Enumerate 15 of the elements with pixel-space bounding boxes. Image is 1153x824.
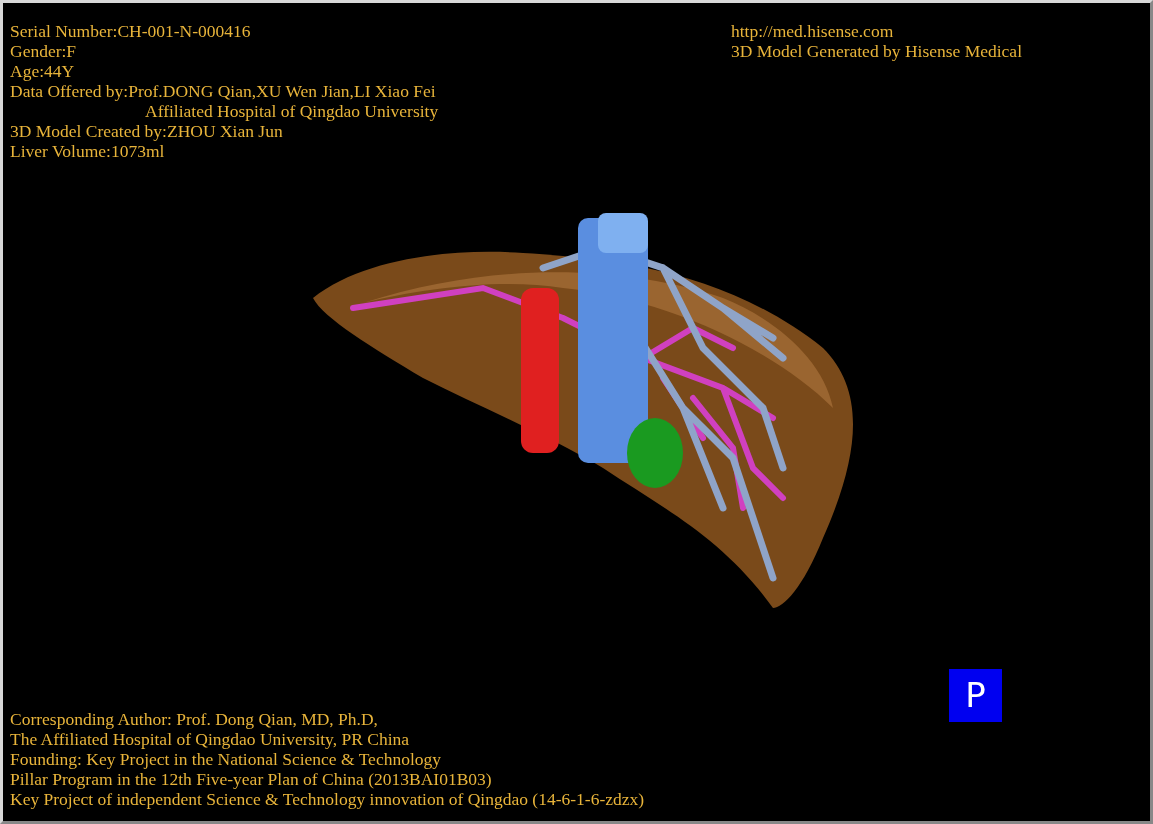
credit-line: Founding: Key Project in the National Science & Technology: [10, 749, 442, 769]
info-line: Serial Number:CH-001-N-000416: [10, 21, 252, 41]
info-line: Data Offered by:Prof.DONG Qian,XU Wen Jian,LI Xiao Fei: [10, 81, 437, 101]
info-line: Liver Volume:1073ml: [10, 141, 166, 161]
info-line: Gender:F: [10, 41, 78, 61]
parallel-view-button[interactable]: P: [949, 669, 1002, 722]
info-line: 3D Model Created by:ZHOU Xian Jun: [10, 121, 284, 141]
credit-line: Corresponding Author: Prof. Dong Qian, MD, Ph.D,: [10, 709, 379, 729]
credit-line: The Affiliated Hospital of Qingdao University, PR China: [10, 729, 411, 749]
website-link[interactable]: http://med.hisense.com: [730, 21, 1022, 41]
credit-line: Pillar Program in the 12th Five-year Plan of China (2013BAI01B03): [10, 769, 493, 789]
info-line: Affiliated Hospital of Qingdao University: [144, 101, 439, 121]
info-line: Age:44Y: [10, 61, 76, 81]
generator-caption: 3D Model Generated by Hisense Medical: [730, 41, 1022, 61]
credit-line: Key Project of independent Science & Technology innovation of Qingdao (14-6-1-6-zdzx): [10, 789, 645, 809]
